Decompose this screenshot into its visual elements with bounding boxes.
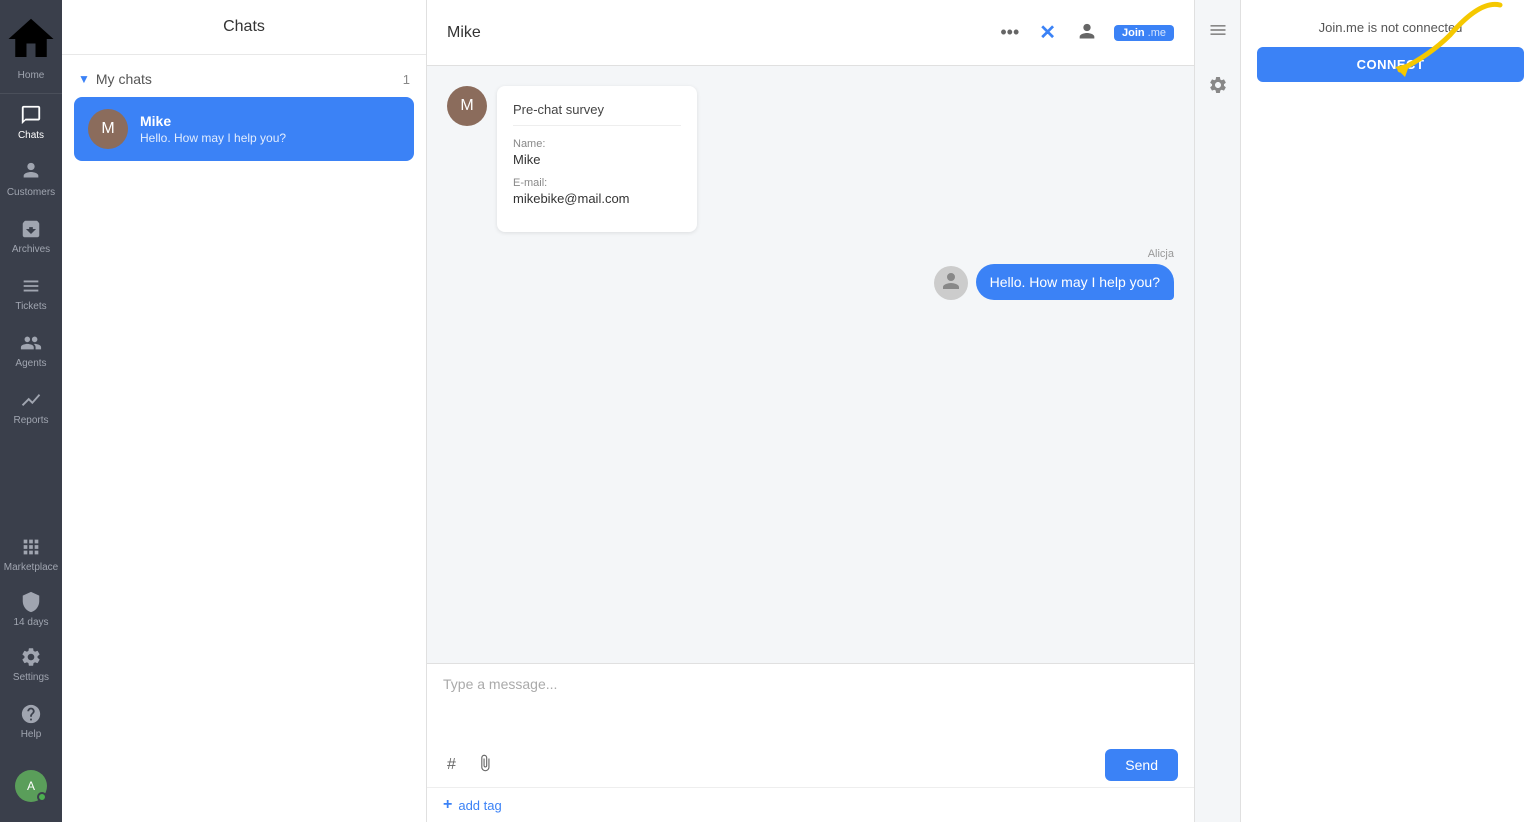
chat-list-item[interactable]: M Mike Hello. How may I help you? [74,97,414,161]
marketplace-icon [20,536,42,558]
sidebar-item-agents[interactable]: Agents [0,322,62,379]
chats-panel-header: Chats [62,0,426,55]
sidebar-archives-label: Archives [12,244,50,255]
sidebar-item-settings[interactable]: Settings [0,636,62,693]
joinme-status-text: Join.me is not connected [1257,20,1524,35]
add-tag-label: add tag [458,798,501,813]
sidebar-item-reports[interactable]: Reports [0,379,62,436]
trial-icon [20,591,42,613]
gear-icon [1208,75,1228,95]
chat-name: Mike [140,113,400,129]
chats-title: Chats [223,18,265,35]
sidebar-item-home[interactable]: Home [0,0,62,94]
chat-messages: M Pre-chat survey Name: Mike E-mail: mik… [427,66,1194,663]
pre-chat-survey-title: Pre-chat survey [513,102,681,126]
sidebar-bottom: Marketplace 14 days Settings Help A [0,526,62,822]
pre-chat-email-field: E-mail: mikebike@mail.com [513,177,681,206]
profile-icon [1076,22,1098,44]
sidebar-marketplace-label: Marketplace [4,562,58,573]
sidebar-help-label: Help [21,729,42,740]
pre-chat-survey-card: Pre-chat survey Name: Mike E-mail: mikeb… [497,86,697,232]
customer-profile-button[interactable] [1072,18,1102,48]
sidebar-item-customers[interactable]: Customers [0,151,62,208]
online-status-dot [37,792,47,802]
message-input[interactable] [443,676,1178,736]
plus-icon: + [443,796,452,814]
home-icon [4,12,58,66]
sidebar-item-tickets[interactable]: Tickets [0,265,62,322]
chat-header: Mike ••• ✕ Join .me [427,0,1194,66]
send-button[interactable]: Send [1105,749,1178,781]
name-value: Mike [513,152,681,167]
me-text: .me [1148,27,1166,39]
sidebar-agents-label: Agents [15,358,46,369]
input-area: # Send + add tag [427,663,1194,822]
add-tag-area[interactable]: + add tag [427,787,1194,822]
menu-icon [1208,20,1228,40]
join-text: Join [1122,27,1145,39]
chats-icon [20,104,42,126]
sidebar-tickets-label: Tickets [15,301,46,312]
sidebar-item-archives[interactable]: Archives [0,208,62,265]
my-chats-header[interactable]: ▼ My chats 1 [74,65,414,93]
sender-name: Alicja [1148,248,1174,260]
settings-icon [20,646,42,668]
email-label: E-mail: [513,177,681,189]
customer-initial-avatar: M [447,86,487,126]
connect-button[interactable]: CONNECT [1257,47,1524,82]
outgoing-message-wrapper: Alicja Hello. How may I help you? [934,248,1174,300]
help-icon [20,703,42,725]
outgoing-message-row: Hello. How may I help you? [934,264,1174,300]
joinme-badge[interactable]: Join .me [1114,25,1174,41]
sidebar-chats-label: Chats [18,130,44,141]
my-chats-count: 1 [403,72,410,87]
sidebar-trial-label: 14 days [13,617,48,628]
more-options-button[interactable]: ••• [996,18,1023,47]
sidebar-item-chats[interactable]: Chats [0,94,62,151]
agent-message-avatar [934,266,968,300]
chats-panel: Chats ▼ My chats 1 M Mike Hello. How may… [62,0,427,822]
close-chat-button[interactable]: ✕ [1035,16,1060,49]
email-value: mikebike@mail.com [513,191,681,206]
right-panel: Join.me is not connected CONNECT [1240,0,1540,822]
outgoing-message-bubble: Hello. How may I help you? [976,264,1174,300]
gear-icon-button[interactable] [1202,69,1234,106]
chevron-down-icon: ▼ [78,72,90,86]
agents-icon [20,332,42,354]
chat-main: Mike ••• ✕ Join .me M Pre-cha [427,0,1194,822]
pre-chat-name-field: Name: Mike [513,138,681,167]
chat-header-title: Mike [447,24,481,42]
my-chats-label: My chats [96,71,152,87]
sidebar-customers-label: Customers [7,187,55,198]
joinme-widget: Join.me is not connected CONNECT [1241,0,1540,98]
chat-preview: Hello. How may I help you? [140,131,400,145]
side-icons-panel [1194,0,1240,822]
sidebar-settings-label: Settings [13,672,49,683]
customers-icon [20,161,42,183]
sidebar-item-trial[interactable]: 14 days [0,583,62,636]
sidebar-home-label: Home [18,70,45,81]
sidebar-item-help[interactable]: Help [0,693,62,750]
tickets-icon [20,275,42,297]
pre-chat-with-avatar: M Pre-chat survey Name: Mike E-mail: mik… [447,86,1174,232]
reports-icon [20,389,42,411]
avatar: A [15,770,47,802]
sidebar-user-avatar[interactable]: A [0,750,62,822]
sidebar: Home Chats Customers Archives Tickets Ag… [0,0,62,822]
my-chats-section: ▼ My chats 1 M Mike Hello. How may I hel… [62,55,426,171]
attachment-icon [476,754,494,772]
sidebar-item-marketplace[interactable]: Marketplace [0,526,62,583]
menu-icon-button[interactable] [1202,14,1234,51]
hashtag-button[interactable]: # [443,752,460,778]
name-label: Name: [513,138,681,150]
sidebar-reports-label: Reports [13,415,48,426]
chat-avatar: M [88,109,128,149]
attachment-button[interactable] [472,750,498,781]
archives-icon [20,218,42,240]
